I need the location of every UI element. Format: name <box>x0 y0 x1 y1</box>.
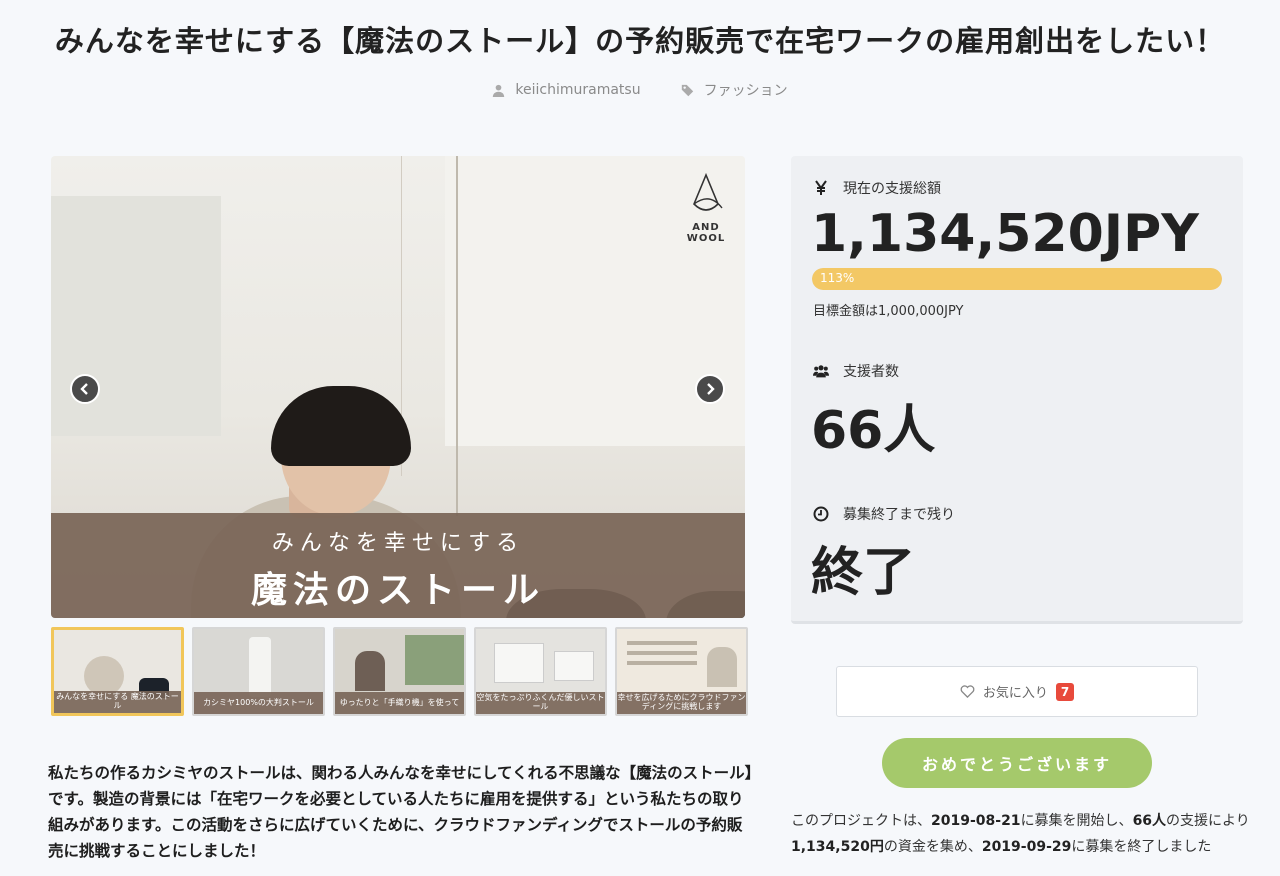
banner-title: 魔法のストール <box>250 570 545 611</box>
loom-thread <box>456 156 458 516</box>
summary-start-date: 2019-08-21 <box>931 813 1021 829</box>
thumbnail-image <box>494 643 544 683</box>
thumbnail-image <box>554 651 594 681</box>
category-link[interactable]: ファッション <box>681 80 788 100</box>
andwool-logo-icon <box>693 172 723 211</box>
thumbnail-caption: 幸せを広げるためにクラウドファンディングに挑戦します <box>617 692 746 714</box>
total-label: 現在の支援総額 <box>813 178 941 198</box>
thumbnail-image <box>405 635 464 685</box>
banner-subtitle: みんなを幸せにする <box>271 531 525 556</box>
thumbnail-image <box>249 637 271 697</box>
favorite-count-badge: 7 <box>1055 682 1075 701</box>
thumbnail-3[interactable]: ゆったりと「手織り機」を使って <box>333 627 466 716</box>
slide-banner: みんなを幸せにする 魔法のストール <box>51 513 745 618</box>
author-link[interactable]: keiichimuramatsu <box>492 80 641 100</box>
summary-text: に募集を終了しました <box>1071 839 1212 855</box>
summary-backers: 66人 <box>1132 813 1167 829</box>
project-description: 私たちの作るカシミヤのストールは、関わる人みんなを幸せにしてくれる不思議な【魔法… <box>48 764 753 860</box>
author-name: keiichimuramatsu <box>515 82 641 98</box>
thumbnail-image <box>627 651 697 655</box>
backers-count: 66人 <box>811 401 936 461</box>
thumbnail-image <box>627 661 697 665</box>
summary-amount: 1,134,520円 <box>791 839 884 855</box>
goal-amount: 目標金額は1,000,000JPY <box>813 304 964 319</box>
funding-progress-text: 113% <box>820 271 855 285</box>
slider-next-button[interactable] <box>695 374 725 404</box>
user-icon <box>493 84 505 97</box>
thumbnail-caption: ゆったりと「手織り機」を使って <box>335 692 464 714</box>
total-label-text: 現在の支援総額 <box>843 181 941 197</box>
image-slider[interactable]: AND WOOL みんなを幸せにする 魔法のストール <box>51 156 745 618</box>
clock-icon <box>813 506 829 522</box>
backers-label: 支援者数 <box>813 361 899 381</box>
thumbnail-image <box>707 647 737 687</box>
chevron-right-icon <box>707 383 715 395</box>
slide-person-hair <box>271 386 411 466</box>
slider-prev-button[interactable] <box>70 374 100 404</box>
thumbnail-1[interactable]: みんなを幸せにする 魔法のストール <box>51 627 184 716</box>
backers-label-text: 支援者数 <box>843 364 899 380</box>
thumbnail-4[interactable]: 空気をたっぷりふくんだ優しいストール <box>474 627 607 716</box>
total-amount: 1,134,520JPY <box>811 204 1199 264</box>
thumbnail-caption: みんなを幸せにする 魔法のストール <box>54 691 181 713</box>
category-name: ファッション <box>703 83 788 99</box>
thumbnail-caption: 空気をたっぷりふくんだ優しいストール <box>476 692 605 714</box>
brand-logo-text: AND WOOL <box>686 222 726 244</box>
thumbnail-caption: カシミヤ100%の大判ストール <box>194 692 323 714</box>
thumbnail-5[interactable]: 幸せを広げるためにクラウドファンディングに挑戦します <box>615 627 748 716</box>
thumbnail-image <box>627 641 697 645</box>
favorite-label: お気に入り <box>982 686 1048 701</box>
heart-icon <box>960 685 975 699</box>
yen-icon <box>815 180 827 195</box>
users-icon <box>813 365 829 378</box>
summary-text: に募集を開始し、 <box>1020 813 1133 829</box>
funding-progress-bar: 113% <box>812 268 1222 290</box>
thumbnail-strip: みんなを幸せにする 魔法のストール カシミヤ100%の大判ストール ゆったりと「… <box>51 627 748 716</box>
remaining-value: 終了 <box>811 543 916 603</box>
brand-logo: AND WOOL <box>671 172 741 244</box>
thumbnail-image <box>355 651 385 691</box>
tag-icon <box>681 84 693 96</box>
thumbnail-image <box>84 656 124 696</box>
remaining-label: 募集終了まで残り <box>813 504 955 524</box>
congrats-button[interactable]: おめでとうございます <box>882 738 1152 788</box>
page-title: みんなを幸せにする【魔法のストール】の予約販売で在宅ワークの雇用創出をしたい！ <box>54 24 1226 58</box>
funding-progress-fill <box>812 268 1222 290</box>
summary-text: このプロジェクトは、 <box>791 813 931 829</box>
chevron-left-icon <box>80 383 88 395</box>
favorite-button[interactable]: お気に入り 7 <box>836 666 1198 717</box>
remaining-label-text: 募集終了まで残り <box>843 507 955 523</box>
project-summary: このプロジェクトは、2019-08-21に募集を開始し、66人の支援により 1,1… <box>791 808 1251 860</box>
project-meta: keiichimuramatsu ファッション <box>0 80 1280 100</box>
summary-text: の資金を集め、 <box>883 839 982 855</box>
summary-text: の支援により <box>1166 813 1250 829</box>
summary-end-date: 2019-09-29 <box>981 839 1072 855</box>
stats-card: 現在の支援総額 1,134,520JPY 113% 目標金額は1,000,000… <box>791 156 1243 624</box>
thumbnail-2[interactable]: カシミヤ100%の大判ストール <box>192 627 325 716</box>
